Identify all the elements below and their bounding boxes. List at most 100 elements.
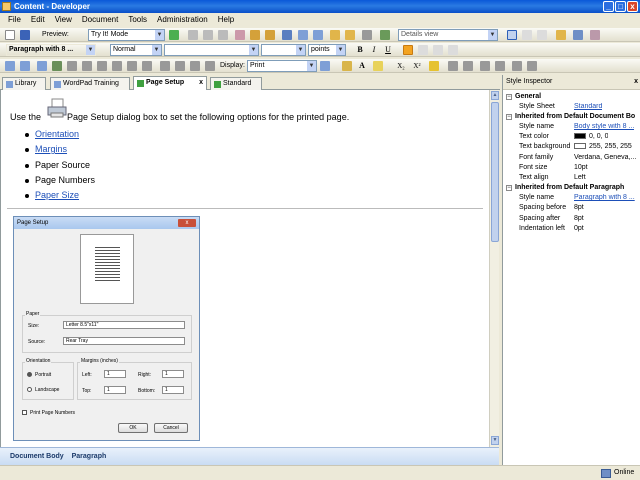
list-item-orientation[interactable]: Orientation — [35, 129, 79, 139]
cross-reference-icon[interactable] — [512, 61, 522, 71]
menu-tools[interactable]: Tools — [123, 13, 152, 27]
menu-edit[interactable]: Edit — [26, 13, 50, 27]
hyperlink-icon[interactable] — [20, 61, 30, 71]
new-document-icon[interactable] — [5, 30, 15, 40]
image-icon[interactable] — [330, 30, 340, 40]
style-sheet-link[interactable]: Standard — [574, 103, 602, 110]
breadcrumb-document-body[interactable]: Document Body — [10, 453, 64, 460]
list-item-margins[interactable]: Margins — [35, 144, 67, 154]
bullet-icon — [25, 194, 29, 198]
display-select[interactable]: Print ▼ — [247, 60, 317, 72]
superscript-button[interactable]: X² — [411, 60, 423, 72]
check-in-icon[interactable] — [590, 30, 600, 40]
anchor-icon[interactable] — [37, 61, 47, 71]
tab-library[interactable]: Library — [2, 77, 46, 90]
publish-icon[interactable] — [573, 30, 583, 40]
page-preview — [80, 234, 134, 304]
table-icon[interactable] — [313, 30, 323, 40]
tab-standard[interactable]: Standard — [210, 77, 262, 90]
align-right-icon[interactable] — [433, 45, 443, 55]
view-select[interactable]: Details view ▼ — [398, 29, 498, 41]
indent-icon[interactable] — [495, 61, 505, 71]
refresh-icon[interactable] — [380, 30, 390, 40]
maximize-button[interactable]: □ — [615, 1, 626, 12]
variable-icon[interactable] — [127, 61, 137, 71]
snippet-icon[interactable] — [112, 61, 122, 71]
menu-file[interactable]: File — [3, 13, 26, 27]
menu-administration[interactable]: Administration — [152, 13, 213, 27]
breadcrumb-paragraph[interactable]: Paragraph — [72, 453, 107, 460]
preview-mode-select[interactable]: Try It! Mode ▼ — [88, 29, 165, 41]
link-icon[interactable] — [345, 30, 355, 40]
font-select[interactable]: ▼ — [164, 44, 259, 56]
copy-icon[interactable] — [203, 30, 213, 40]
menu-view[interactable]: View — [50, 13, 77, 27]
subscript-button[interactable]: X₂ — [395, 60, 407, 72]
font-size-select[interactable]: ▼ — [261, 44, 306, 56]
glossary-icon[interactable] — [175, 61, 185, 71]
save-icon[interactable] — [20, 30, 30, 40]
bold-button[interactable]: B — [354, 44, 366, 56]
split-view-icon[interactable] — [522, 30, 532, 40]
close-panel-icon[interactable]: x — [634, 75, 638, 89]
menu-help[interactable]: Help — [213, 13, 239, 27]
pane-icon[interactable] — [537, 30, 547, 40]
underline-button[interactable]: U — [382, 44, 394, 56]
paste-icon[interactable] — [218, 30, 228, 40]
bookmark-icon[interactable] — [97, 61, 107, 71]
insert-table-icon[interactable] — [5, 61, 15, 71]
delete-icon[interactable] — [235, 30, 245, 40]
italic-button[interactable]: I — [368, 44, 380, 56]
highlight-icon[interactable] — [373, 61, 383, 71]
picture-icon[interactable] — [52, 61, 62, 71]
bullet-list-icon[interactable] — [448, 61, 458, 71]
spell-icon[interactable] — [298, 30, 308, 40]
minimize-button[interactable]: _ — [603, 1, 614, 12]
find-icon[interactable] — [282, 30, 292, 40]
outdent-icon[interactable] — [480, 61, 490, 71]
window-title: Content - Developer — [14, 2, 91, 11]
index-icon[interactable] — [160, 61, 170, 71]
redo-icon[interactable] — [265, 30, 275, 40]
font-color-button[interactable]: A — [356, 60, 368, 72]
zoom-icon[interactable] — [320, 61, 330, 71]
condition-icon[interactable] — [142, 61, 152, 71]
more-icon[interactable] — [527, 61, 537, 71]
group-inherited-paragraph[interactable]: − Inherited from Default Paragraph — [506, 184, 624, 191]
style-icon[interactable] — [342, 61, 352, 71]
paragraph-style-link[interactable]: Paragraph with 8 ... — [574, 194, 635, 201]
layout-icon[interactable] — [507, 30, 517, 40]
tab-page-setup[interactable]: Page Setup x — [133, 76, 207, 91]
undo-icon[interactable] — [250, 30, 260, 40]
field-icon[interactable] — [82, 61, 92, 71]
tab-wordpad-training[interactable]: WordPad Training — [50, 77, 130, 90]
align-center-icon[interactable] — [418, 45, 428, 55]
body-style-link[interactable]: Body style with 8 ... — [574, 123, 634, 130]
scrollbar-thumb[interactable] — [491, 102, 499, 242]
close-tab-icon[interactable]: x — [199, 77, 203, 89]
symbol-icon[interactable] — [67, 61, 77, 71]
numbered-list-icon[interactable] — [463, 61, 473, 71]
properties-icon[interactable] — [362, 30, 372, 40]
editor-scrollbar[interactable]: ▲ ▼ — [489, 90, 499, 447]
align-left-icon[interactable] — [403, 45, 413, 55]
right-margin-label: Right: — [138, 372, 152, 378]
close-button[interactable]: x — [627, 1, 638, 12]
eraser-icon[interactable] — [429, 61, 439, 71]
folder-icon[interactable] — [556, 30, 566, 40]
toc-icon[interactable] — [190, 61, 200, 71]
cut-icon[interactable] — [188, 30, 198, 40]
list-item-paper-size[interactable]: Paper Size — [35, 190, 79, 200]
menu-document[interactable]: Document — [77, 13, 123, 27]
scroll-down-icon[interactable]: ▼ — [491, 436, 499, 445]
chevron-down-icon: ▼ — [155, 30, 164, 40]
go-icon[interactable] — [169, 30, 179, 40]
paragraph-style-select[interactable]: Paragraph with 8 ... ▼ — [6, 44, 96, 56]
comment-icon[interactable] — [205, 61, 215, 71]
scroll-up-icon[interactable]: ▲ — [491, 91, 499, 100]
justify-icon[interactable] — [448, 45, 458, 55]
unit-select[interactable]: points ▼ — [308, 44, 346, 56]
character-style-select[interactable]: Normal ▼ — [110, 44, 162, 56]
group-inherited-document[interactable]: − Inherited from Default Document Bo — [506, 113, 635, 120]
group-general[interactable]: − General — [506, 93, 541, 100]
